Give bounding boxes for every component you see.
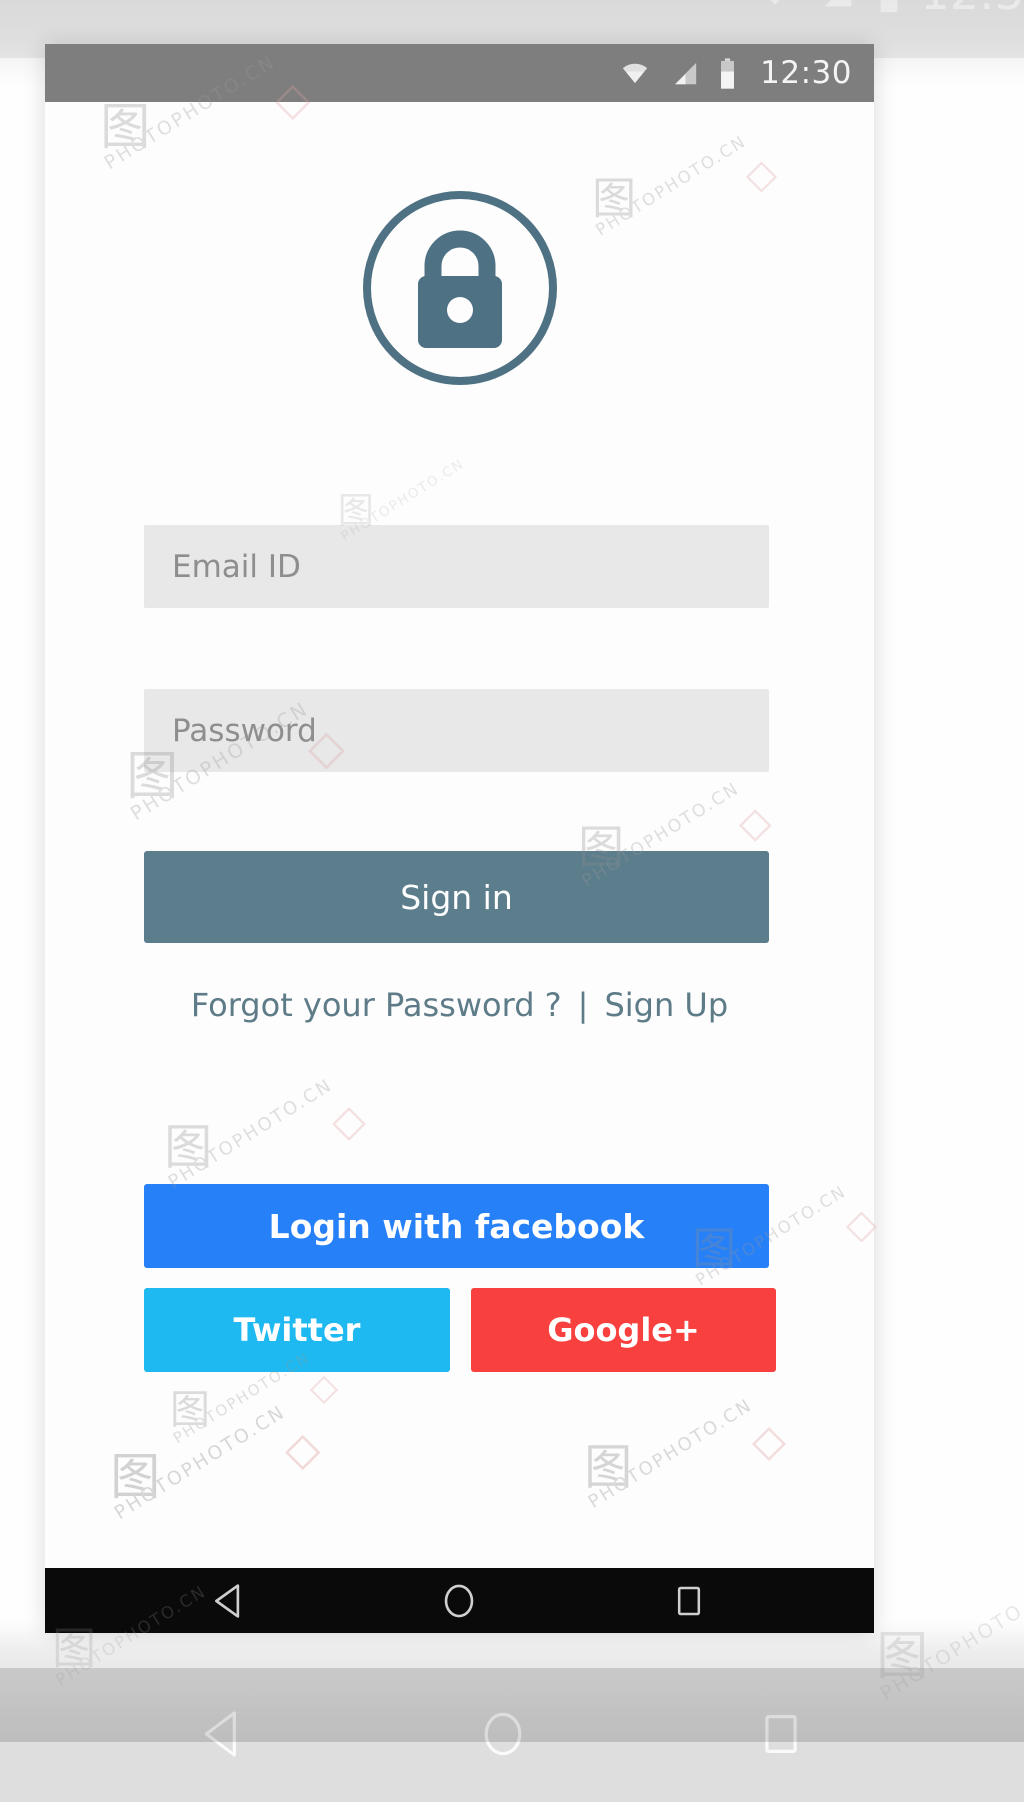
nav-back-button[interactable] (185, 1568, 275, 1633)
status-bar: 12:30 (45, 44, 874, 102)
phone-screen: 12:30 Sign in Forgot your Password ?|Sig… (45, 44, 874, 1633)
back-triangle-icon (214, 1583, 240, 1618)
email-input[interactable] (144, 525, 769, 608)
lock-icon (362, 191, 557, 385)
nav-recents-button[interactable] (644, 1568, 734, 1633)
nav-home-button[interactable] (414, 1568, 504, 1633)
android-navigation-bar (45, 1568, 874, 1633)
login-with-facebook-button[interactable]: Login with facebook (144, 1184, 769, 1268)
sign-up-link[interactable]: Sign Up (604, 986, 728, 1024)
cellular-signal-icon (674, 62, 697, 84)
home-circle-icon (445, 1584, 474, 1617)
recents-square-icon (678, 1586, 701, 1615)
login-with-googleplus-button[interactable]: Google+ (471, 1288, 776, 1372)
forgot-password-link[interactable]: Forgot your Password ? (191, 986, 562, 1024)
status-bar-clock: 12:30 (760, 54, 852, 91)
battery-icon (721, 57, 735, 89)
links-separator: | (577, 986, 589, 1024)
login-with-twitter-button[interactable]: Twitter (144, 1288, 450, 1372)
login-content: Sign in Forgot your Password ? | Sign Up L… (45, 102, 874, 1568)
lock-logo (360, 188, 560, 388)
wifi-icon (623, 63, 648, 83)
sign-in-button[interactable]: Sign in (144, 851, 769, 943)
password-input[interactable] (144, 689, 769, 772)
auth-links-row: Forgot your Password ? | Sign Up (45, 986, 874, 1024)
